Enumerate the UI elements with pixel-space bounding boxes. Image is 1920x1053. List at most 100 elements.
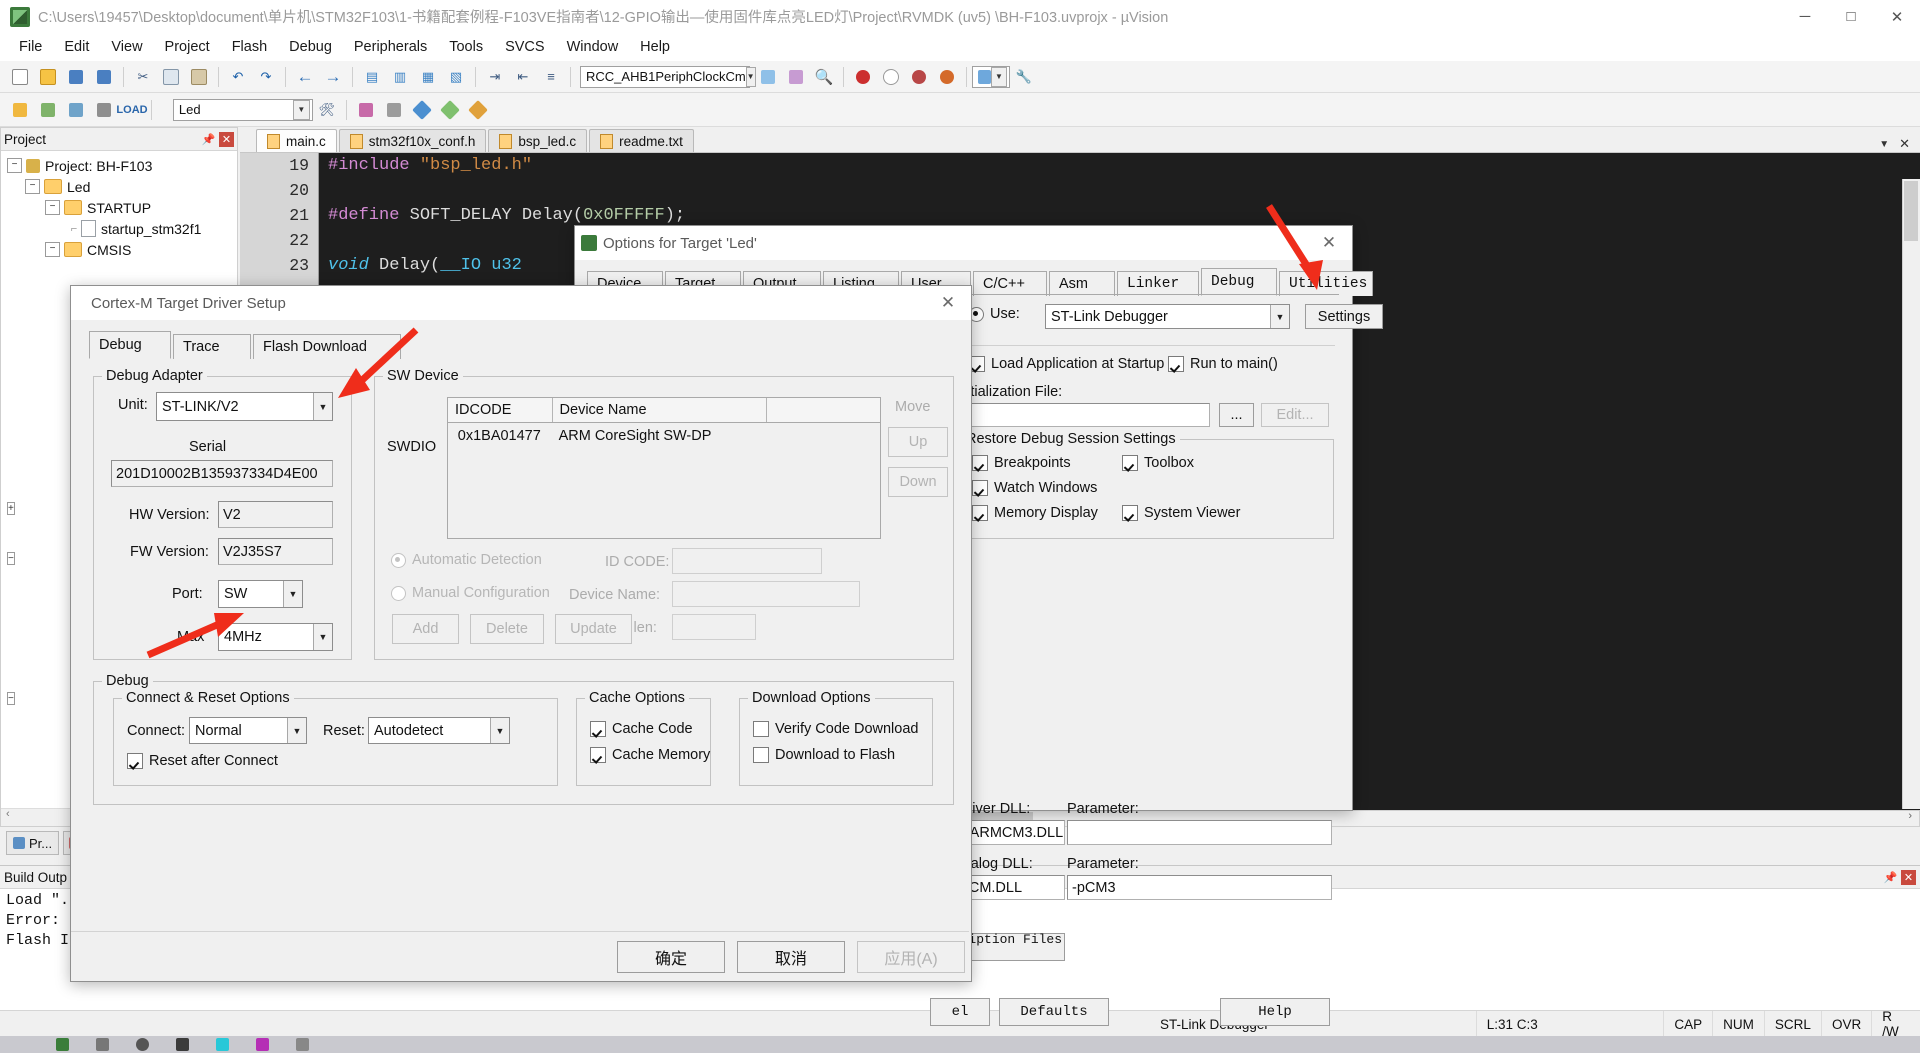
download-icon[interactable]: LOAD xyxy=(116,97,147,123)
taskbar-item-7[interactable] xyxy=(296,1038,309,1051)
disable-all-breakpoints-icon[interactable] xyxy=(906,64,932,90)
scroll-thumb[interactable] xyxy=(1904,181,1918,241)
chevron-down-icon[interactable]: ▼ xyxy=(991,66,1007,87)
find-in-files-icon[interactable] xyxy=(755,64,781,90)
tab-linker[interactable]: Linker xyxy=(1117,271,1199,296)
menu-tools[interactable]: Tools xyxy=(438,35,494,59)
tab-debug[interactable]: Debug xyxy=(89,331,171,359)
menu-view[interactable]: View xyxy=(100,35,153,59)
update-button[interactable]: Update xyxy=(555,614,632,644)
target-select[interactable]: Led ▼ xyxy=(172,98,313,121)
indent-icon[interactable]: ⇥ xyxy=(482,64,508,90)
menu-debug[interactable]: Debug xyxy=(278,35,343,59)
debugger-select[interactable]: ST-Link Debugger ▼ xyxy=(1045,304,1290,329)
close-button[interactable]: ✕ xyxy=(931,288,965,318)
configure-icon[interactable]: 🔧 xyxy=(1011,64,1037,90)
rebuild-icon[interactable] xyxy=(63,97,89,123)
scroll-right-icon[interactable]: › xyxy=(1908,810,1912,822)
chevron-down-icon[interactable]: ▼ xyxy=(292,99,310,120)
taskbar-item-3[interactable] xyxy=(136,1038,149,1051)
close-button[interactable]: ✕ xyxy=(1312,228,1346,258)
init-file-input[interactable] xyxy=(955,403,1210,427)
navigate-forward-icon[interactable]: → xyxy=(320,64,346,90)
redo-icon[interactable]: ↷ xyxy=(253,64,279,90)
reset-after-connect-checkbox[interactable]: Reset after Connect xyxy=(127,753,278,769)
taskbar-item-4[interactable] xyxy=(176,1038,189,1051)
copy-icon[interactable] xyxy=(158,64,184,90)
tab-close-icon[interactable]: ✕ xyxy=(1899,136,1910,152)
close-icon[interactable]: ✕ xyxy=(219,131,234,147)
cut-icon[interactable]: ✂ xyxy=(130,64,156,90)
tree-collapsed-toggle-a[interactable]: + xyxy=(7,498,19,515)
navigate-back-icon[interactable]: ← xyxy=(292,64,318,90)
new-file-icon[interactable] xyxy=(7,64,33,90)
editor-vscrollbar[interactable] xyxy=(1902,179,1920,809)
outdent-icon[interactable]: ⇤ xyxy=(510,64,536,90)
tab-utilities[interactable]: Utilities xyxy=(1279,271,1373,296)
ir-len-input[interactable] xyxy=(672,614,756,640)
driver-param-input[interactable] xyxy=(1067,820,1332,845)
insert-breakpoint-icon[interactable] xyxy=(850,64,876,90)
connect-select[interactable]: Normal ▼ xyxy=(189,717,307,744)
bookmark-clear-icon[interactable]: ▧ xyxy=(443,64,469,90)
menu-help[interactable]: Help xyxy=(629,35,681,59)
taskbar-item-6[interactable] xyxy=(256,1038,269,1051)
tab-readme-txt[interactable]: readme.txt xyxy=(589,129,694,152)
window-layout-select[interactable]: ▼ xyxy=(972,65,1010,88)
chevron-down-icon[interactable]: ▼ xyxy=(287,718,306,743)
tree-collapsed-toggle-b[interactable]: − xyxy=(7,548,19,565)
tab-stm32f10x-conf-h[interactable]: stm32f10x_conf.h xyxy=(338,129,487,152)
tab-cpp[interactable]: C/C++ xyxy=(973,271,1047,296)
save-all-icon[interactable] xyxy=(91,64,117,90)
pack-update-icon[interactable] xyxy=(465,97,491,123)
menu-window[interactable]: Window xyxy=(556,35,630,59)
close-icon[interactable]: ✕ xyxy=(1901,869,1916,885)
apply-button[interactable]: 应用(A) xyxy=(857,941,965,973)
bookmark-icon[interactable]: ▤ xyxy=(359,64,385,90)
reset-select[interactable]: Autodetect ▼ xyxy=(368,717,510,744)
minimize-button[interactable]: ─ xyxy=(1782,0,1828,33)
search-icon[interactable]: 🔍 xyxy=(811,64,837,90)
bookmark-next-icon[interactable]: ▥ xyxy=(387,64,413,90)
target-options-icon[interactable]: 🛠 xyxy=(314,97,340,123)
translate-icon[interactable] xyxy=(7,97,33,123)
use-debugger-radio[interactable]: Use: xyxy=(969,306,1020,322)
peripheral-select[interactable]: RCC_AHB1PeriphClockCm ▼ xyxy=(580,65,756,88)
tree-item-startup[interactable]: − STARTUP xyxy=(5,197,237,218)
move-down-button[interactable]: Down xyxy=(888,467,948,497)
browse-button[interactable]: ... xyxy=(1219,403,1254,427)
settings-button[interactable]: Settings xyxy=(1305,304,1383,329)
move-up-button[interactable]: Up xyxy=(888,427,948,457)
verify-code-download-checkbox[interactable]: Verify Code Download xyxy=(753,721,918,737)
browse-symbol-icon[interactable] xyxy=(783,64,809,90)
download-to-flash-checkbox[interactable]: Download to Flash xyxy=(753,747,895,763)
scroll-left-icon[interactable]: ‹ xyxy=(6,808,10,820)
port-select[interactable]: SW ▼ xyxy=(218,580,303,608)
taskbar-item-5[interactable] xyxy=(216,1038,229,1051)
add-button[interactable]: Add xyxy=(392,614,459,644)
memory-display-checkbox[interactable]: Memory Display xyxy=(972,505,1098,521)
expand-toggle-icon[interactable]: − xyxy=(45,242,60,257)
kill-all-breakpoints-icon[interactable] xyxy=(934,64,960,90)
expand-toggle-icon[interactable]: − xyxy=(7,158,22,173)
tree-item-startup-file[interactable]: ⌐ startup_stm32f1 xyxy=(5,218,237,239)
chevron-down-icon[interactable]: ▼ xyxy=(1270,305,1289,328)
fw-version-input[interactable]: V2J35S7 xyxy=(218,538,333,565)
tab-main-c[interactable]: main.c xyxy=(256,129,337,152)
save-icon[interactable] xyxy=(63,64,89,90)
toolbox-checkbox[interactable]: Toolbox xyxy=(1122,455,1194,471)
maximize-button[interactable]: □ xyxy=(1828,0,1874,33)
taskbar-item-2[interactable] xyxy=(96,1038,109,1051)
device-name-input[interactable] xyxy=(672,581,860,607)
pack-installer-icon[interactable] xyxy=(409,97,435,123)
select-software-packs-icon[interactable] xyxy=(437,97,463,123)
cancel-button[interactable]: el xyxy=(930,998,990,1026)
tab-debug[interactable]: Debug xyxy=(1201,268,1277,296)
taskbar-item-1[interactable] xyxy=(56,1038,69,1051)
cancel-button[interactable]: 取消 xyxy=(737,941,845,973)
bookmark-prev-icon[interactable]: ▦ xyxy=(415,64,441,90)
load-app-checkbox[interactable]: Load Application at Startup xyxy=(969,356,1164,372)
edit-button[interactable]: Edit... xyxy=(1261,403,1329,427)
dialog-param-input[interactable]: -pCM3 xyxy=(1067,875,1332,900)
tab-trace[interactable]: Trace xyxy=(173,334,251,359)
